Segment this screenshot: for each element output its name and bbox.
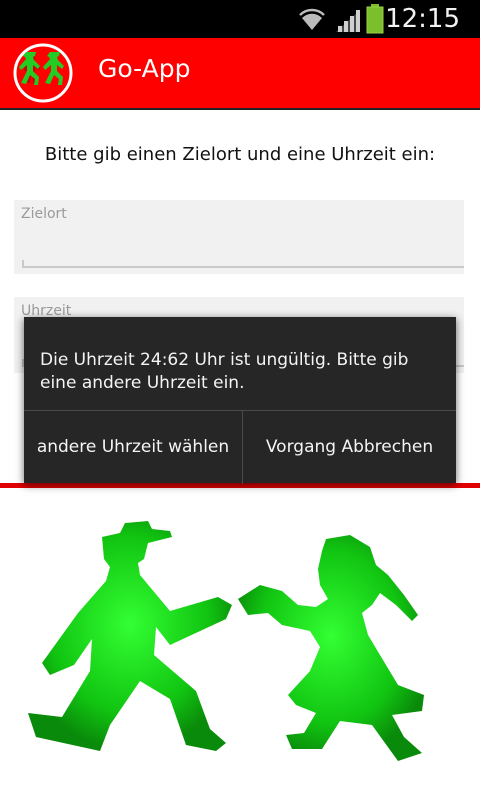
form-prompt: Bitte gib einen Zielort und eine Uhrzeit… [44, 144, 436, 165]
cancel-process-button[interactable]: Vorgang Abbrechen [243, 411, 456, 484]
ampel-figures-illustration [28, 521, 424, 761]
clock-time: 12:15 [385, 4, 460, 34]
wifi-icon [299, 8, 325, 30]
destination-hint: Zielort [21, 206, 67, 222]
app-title: Go-App [98, 54, 191, 83]
action-bar: Go-App [0, 38, 480, 110]
dialog-button-bar: andere Uhrzeit wählen Vorgang Abbrechen [24, 410, 456, 484]
ampelfrau-walking-icon [238, 535, 424, 761]
destination-field[interactable]: Zielort [14, 200, 464, 274]
status-bar: 12:15 [0, 0, 480, 38]
invalid-time-dialog: Die Uhrzeit 24:62 Uhr ist ungültig. Bitt… [24, 317, 456, 484]
battery-icon [366, 4, 384, 34]
ampelmann-logo-icon[interactable] [10, 42, 76, 104]
choose-other-time-button[interactable]: andere Uhrzeit wählen [24, 411, 243, 484]
destination-underline [22, 260, 464, 268]
signal-icon [336, 10, 360, 32]
ampelmann-walking-icon [28, 521, 232, 751]
dialog-message: Die Uhrzeit 24:62 Uhr ist ungültig. Bitt… [40, 350, 409, 393]
